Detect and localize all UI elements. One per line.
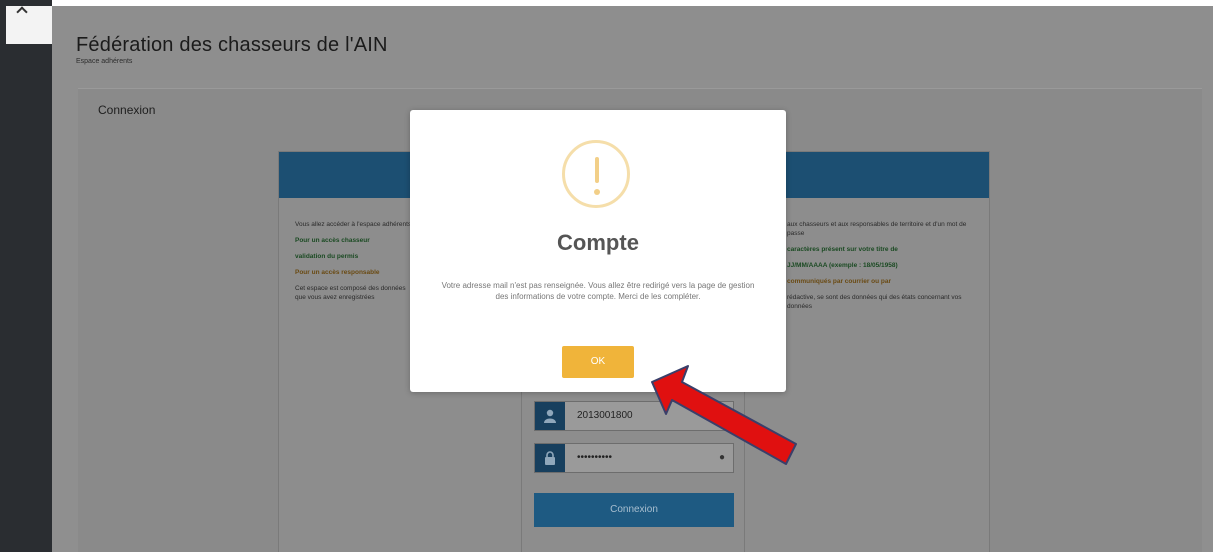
sidebar [0,0,52,552]
info-text: aux chasseurs et aux responsables de ter… [787,221,967,237]
exclamation-dot [594,189,600,195]
info-text-courrier: communiqués par courrier ou par [787,278,892,285]
ok-button[interactable]: OK [562,346,634,378]
info-column-left: Vous allez accéder à l'espace adhérents … [295,220,413,309]
page-subtitle: Espace adhérents [76,58,133,65]
password-value: •••••••••• [577,452,613,463]
sidebar-toggle[interactable] [6,6,52,44]
screen: Fédération des chasseurs de l'AIN Espace… [0,0,1213,552]
info-text-date-format: JJ/MM/AAAA (exemple : 18/05/1958) [787,262,898,269]
dialog-message: Votre adresse mail n'est pas renseignée.… [441,281,755,301]
alert-dialog: Compte Votre adresse mail n'est pas rens… [410,110,786,392]
info-text-chasseur: Pour un accès chasseur [295,237,370,244]
info-text-donnees: Cet espace est composé des données que v… [295,285,406,301]
page-title: Fédération des chasseurs de l'AIN [76,34,388,56]
red-arrow-annotation [651,365,797,465]
info-text-titre: caractères présent sur votre titre de [787,246,898,253]
section-title: Connexion [98,103,156,117]
arrow-shape [651,365,797,465]
user-icon [535,402,565,430]
lock-icon [535,444,565,472]
exclamation-bar [595,157,599,183]
info-text: Vous allez accéder à l'espace adhérents [295,221,412,228]
info-text-etats: rédactive, se sont des données qui des é… [787,294,962,310]
info-text-permis: validation du permis [295,253,359,260]
info-text-responsable: Pour un accès responsable [295,269,380,276]
page-header: Fédération des chasseurs de l'AIN Espace… [52,6,1213,80]
info-column-right: aux chasseurs et aux responsables de ter… [787,220,973,318]
exclamation-circle-icon [562,140,630,208]
dialog-title: Compte [557,230,639,255]
login-button[interactable]: Connexion [534,493,734,527]
username-value: 2013001800 [577,410,633,421]
chevron-up-icon [16,6,28,18]
